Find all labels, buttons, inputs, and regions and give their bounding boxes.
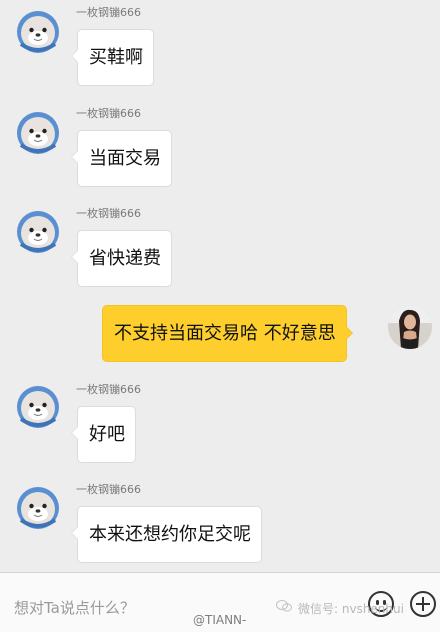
- sender-name: 一枚钢镚666: [76, 383, 141, 396]
- message-bubble[interactable]: 不支持当面交易哈 不好意思: [102, 305, 353, 362]
- plus-icon[interactable]: [410, 591, 436, 617]
- sender-name: 一枚钢镚666: [76, 207, 141, 220]
- sender-name: 一枚钢镚666: [76, 483, 141, 496]
- message-bubble[interactable]: 当面交易: [71, 130, 172, 187]
- seal-avatar-icon: [17, 11, 59, 53]
- seal-avatar-icon: [17, 386, 59, 428]
- wechat-watermark-icon: [276, 600, 292, 612]
- sender-name: 一枚钢镚666: [76, 6, 141, 19]
- sender-avatar[interactable]: [16, 486, 60, 530]
- self-avatar[interactable]: [388, 305, 432, 349]
- handle-watermark: @TIANN-: [193, 613, 247, 627]
- sender-name: 一枚钢镚666: [76, 107, 141, 120]
- chat-area: 一枚钢镚666 买鞋啊 一枚钢镚666 当面交易 一枚钢镚666 省快递费 不支…: [0, 0, 440, 572]
- message-input[interactable]: 想对Ta说点什么？: [14, 597, 135, 618]
- message-bubble[interactable]: 买鞋啊: [71, 29, 154, 86]
- message-bubble[interactable]: 本来还想约你足交呢: [71, 506, 262, 563]
- user-photo-icon: [388, 305, 432, 349]
- seal-avatar-icon: [17, 112, 59, 154]
- message-bubble[interactable]: 省快递费: [71, 230, 172, 287]
- message-bubble[interactable]: 好吧: [71, 406, 136, 463]
- sender-avatar[interactable]: [16, 210, 60, 254]
- seal-avatar-icon: [17, 211, 59, 253]
- wechat-watermark: 微信号: nvshenhui: [298, 602, 404, 616]
- sender-avatar[interactable]: [16, 10, 60, 54]
- sender-avatar[interactable]: [16, 111, 60, 155]
- sender-avatar[interactable]: [16, 385, 60, 429]
- seal-avatar-icon: [17, 487, 59, 529]
